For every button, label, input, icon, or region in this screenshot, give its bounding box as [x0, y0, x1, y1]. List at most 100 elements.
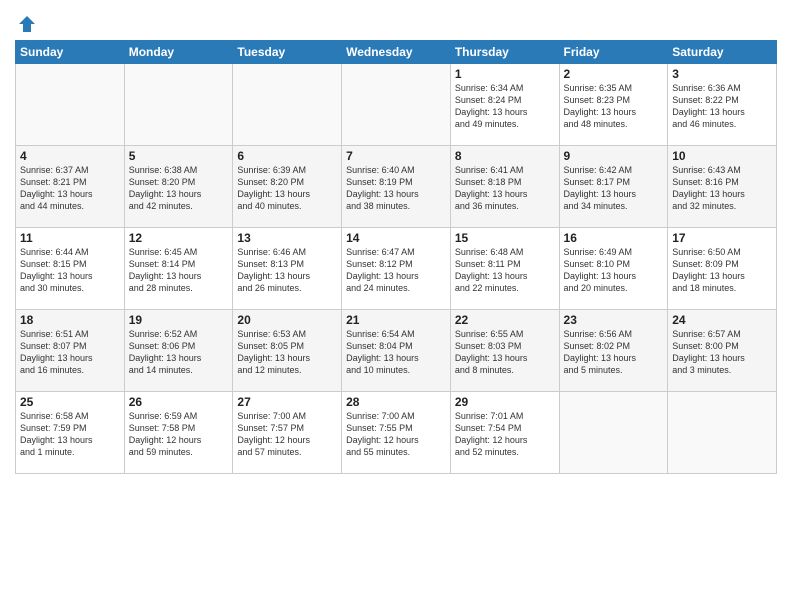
calendar-cell: 2Sunrise: 6:35 AM Sunset: 8:23 PM Daylig…	[559, 64, 668, 146]
calendar-cell	[668, 392, 777, 474]
day-info: Sunrise: 6:57 AM Sunset: 8:00 PM Dayligh…	[672, 328, 772, 377]
day-info: Sunrise: 6:36 AM Sunset: 8:22 PM Dayligh…	[672, 82, 772, 131]
day-number: 24	[672, 313, 772, 327]
day-info: Sunrise: 6:43 AM Sunset: 8:16 PM Dayligh…	[672, 164, 772, 213]
day-number: 19	[129, 313, 229, 327]
day-info: Sunrise: 6:46 AM Sunset: 8:13 PM Dayligh…	[237, 246, 337, 295]
day-number: 14	[346, 231, 446, 245]
day-info: Sunrise: 7:00 AM Sunset: 7:57 PM Dayligh…	[237, 410, 337, 459]
calendar-cell: 19Sunrise: 6:52 AM Sunset: 8:06 PM Dayli…	[124, 310, 233, 392]
calendar-cell: 27Sunrise: 7:00 AM Sunset: 7:57 PM Dayli…	[233, 392, 342, 474]
week-row-1: 1Sunrise: 6:34 AM Sunset: 8:24 PM Daylig…	[16, 64, 777, 146]
weekday-wednesday: Wednesday	[342, 41, 451, 64]
day-number: 15	[455, 231, 555, 245]
calendar-cell: 18Sunrise: 6:51 AM Sunset: 8:07 PM Dayli…	[16, 310, 125, 392]
day-number: 2	[564, 67, 664, 81]
day-info: Sunrise: 6:35 AM Sunset: 8:23 PM Dayligh…	[564, 82, 664, 131]
day-number: 1	[455, 67, 555, 81]
day-info: Sunrise: 7:01 AM Sunset: 7:54 PM Dayligh…	[455, 410, 555, 459]
day-number: 21	[346, 313, 446, 327]
calendar-cell: 20Sunrise: 6:53 AM Sunset: 8:05 PM Dayli…	[233, 310, 342, 392]
calendar-cell: 8Sunrise: 6:41 AM Sunset: 8:18 PM Daylig…	[450, 146, 559, 228]
day-number: 25	[20, 395, 120, 409]
week-row-2: 4Sunrise: 6:37 AM Sunset: 8:21 PM Daylig…	[16, 146, 777, 228]
day-number: 3	[672, 67, 772, 81]
weekday-saturday: Saturday	[668, 41, 777, 64]
day-number: 5	[129, 149, 229, 163]
calendar-cell	[124, 64, 233, 146]
calendar-cell: 24Sunrise: 6:57 AM Sunset: 8:00 PM Dayli…	[668, 310, 777, 392]
day-info: Sunrise: 6:45 AM Sunset: 8:14 PM Dayligh…	[129, 246, 229, 295]
day-info: Sunrise: 6:34 AM Sunset: 8:24 PM Dayligh…	[455, 82, 555, 131]
day-number: 12	[129, 231, 229, 245]
day-number: 13	[237, 231, 337, 245]
day-number: 9	[564, 149, 664, 163]
week-row-4: 18Sunrise: 6:51 AM Sunset: 8:07 PM Dayli…	[16, 310, 777, 392]
calendar-cell: 22Sunrise: 6:55 AM Sunset: 8:03 PM Dayli…	[450, 310, 559, 392]
calendar-cell: 3Sunrise: 6:36 AM Sunset: 8:22 PM Daylig…	[668, 64, 777, 146]
calendar-cell: 28Sunrise: 7:00 AM Sunset: 7:55 PM Dayli…	[342, 392, 451, 474]
calendar-cell: 10Sunrise: 6:43 AM Sunset: 8:16 PM Dayli…	[668, 146, 777, 228]
calendar-cell: 1Sunrise: 6:34 AM Sunset: 8:24 PM Daylig…	[450, 64, 559, 146]
day-info: Sunrise: 6:52 AM Sunset: 8:06 PM Dayligh…	[129, 328, 229, 377]
calendar-cell: 29Sunrise: 7:01 AM Sunset: 7:54 PM Dayli…	[450, 392, 559, 474]
day-info: Sunrise: 7:00 AM Sunset: 7:55 PM Dayligh…	[346, 410, 446, 459]
logo	[15, 14, 37, 34]
weekday-sunday: Sunday	[16, 41, 125, 64]
week-row-3: 11Sunrise: 6:44 AM Sunset: 8:15 PM Dayli…	[16, 228, 777, 310]
day-info: Sunrise: 6:53 AM Sunset: 8:05 PM Dayligh…	[237, 328, 337, 377]
day-number: 29	[455, 395, 555, 409]
calendar-cell: 17Sunrise: 6:50 AM Sunset: 8:09 PM Dayli…	[668, 228, 777, 310]
day-info: Sunrise: 6:56 AM Sunset: 8:02 PM Dayligh…	[564, 328, 664, 377]
calendar-cell: 15Sunrise: 6:48 AM Sunset: 8:11 PM Dayli…	[450, 228, 559, 310]
day-number: 18	[20, 313, 120, 327]
calendar-cell: 5Sunrise: 6:38 AM Sunset: 8:20 PM Daylig…	[124, 146, 233, 228]
calendar-cell: 25Sunrise: 6:58 AM Sunset: 7:59 PM Dayli…	[16, 392, 125, 474]
calendar-cell: 12Sunrise: 6:45 AM Sunset: 8:14 PM Dayli…	[124, 228, 233, 310]
day-number: 6	[237, 149, 337, 163]
day-number: 11	[20, 231, 120, 245]
day-info: Sunrise: 6:38 AM Sunset: 8:20 PM Dayligh…	[129, 164, 229, 213]
day-info: Sunrise: 6:49 AM Sunset: 8:10 PM Dayligh…	[564, 246, 664, 295]
day-info: Sunrise: 6:55 AM Sunset: 8:03 PM Dayligh…	[455, 328, 555, 377]
day-number: 8	[455, 149, 555, 163]
weekday-header-row: SundayMondayTuesdayWednesdayThursdayFrid…	[16, 41, 777, 64]
calendar-cell	[559, 392, 668, 474]
calendar-table: SundayMondayTuesdayWednesdayThursdayFrid…	[15, 40, 777, 474]
calendar-cell: 11Sunrise: 6:44 AM Sunset: 8:15 PM Dayli…	[16, 228, 125, 310]
day-info: Sunrise: 6:59 AM Sunset: 7:58 PM Dayligh…	[129, 410, 229, 459]
day-number: 17	[672, 231, 772, 245]
header	[15, 10, 777, 34]
calendar-cell: 7Sunrise: 6:40 AM Sunset: 8:19 PM Daylig…	[342, 146, 451, 228]
calendar-cell: 21Sunrise: 6:54 AM Sunset: 8:04 PM Dayli…	[342, 310, 451, 392]
calendar-cell: 16Sunrise: 6:49 AM Sunset: 8:10 PM Dayli…	[559, 228, 668, 310]
day-number: 26	[129, 395, 229, 409]
calendar-cell	[16, 64, 125, 146]
day-number: 28	[346, 395, 446, 409]
calendar-cell: 13Sunrise: 6:46 AM Sunset: 8:13 PM Dayli…	[233, 228, 342, 310]
weekday-friday: Friday	[559, 41, 668, 64]
day-info: Sunrise: 6:39 AM Sunset: 8:20 PM Dayligh…	[237, 164, 337, 213]
day-number: 20	[237, 313, 337, 327]
calendar-cell	[233, 64, 342, 146]
calendar-cell	[342, 64, 451, 146]
day-number: 16	[564, 231, 664, 245]
day-info: Sunrise: 6:54 AM Sunset: 8:04 PM Dayligh…	[346, 328, 446, 377]
day-info: Sunrise: 6:37 AM Sunset: 8:21 PM Dayligh…	[20, 164, 120, 213]
calendar-body: 1Sunrise: 6:34 AM Sunset: 8:24 PM Daylig…	[16, 64, 777, 474]
calendar-cell: 14Sunrise: 6:47 AM Sunset: 8:12 PM Dayli…	[342, 228, 451, 310]
calendar-cell: 26Sunrise: 6:59 AM Sunset: 7:58 PM Dayli…	[124, 392, 233, 474]
weekday-tuesday: Tuesday	[233, 41, 342, 64]
day-info: Sunrise: 6:50 AM Sunset: 8:09 PM Dayligh…	[672, 246, 772, 295]
day-number: 4	[20, 149, 120, 163]
day-info: Sunrise: 6:51 AM Sunset: 8:07 PM Dayligh…	[20, 328, 120, 377]
week-row-5: 25Sunrise: 6:58 AM Sunset: 7:59 PM Dayli…	[16, 392, 777, 474]
day-number: 10	[672, 149, 772, 163]
day-info: Sunrise: 6:48 AM Sunset: 8:11 PM Dayligh…	[455, 246, 555, 295]
day-number: 22	[455, 313, 555, 327]
day-info: Sunrise: 6:40 AM Sunset: 8:19 PM Dayligh…	[346, 164, 446, 213]
day-info: Sunrise: 6:58 AM Sunset: 7:59 PM Dayligh…	[20, 410, 120, 459]
day-info: Sunrise: 6:47 AM Sunset: 8:12 PM Dayligh…	[346, 246, 446, 295]
page-container: SundayMondayTuesdayWednesdayThursdayFrid…	[0, 0, 792, 482]
calendar-cell: 9Sunrise: 6:42 AM Sunset: 8:17 PM Daylig…	[559, 146, 668, 228]
